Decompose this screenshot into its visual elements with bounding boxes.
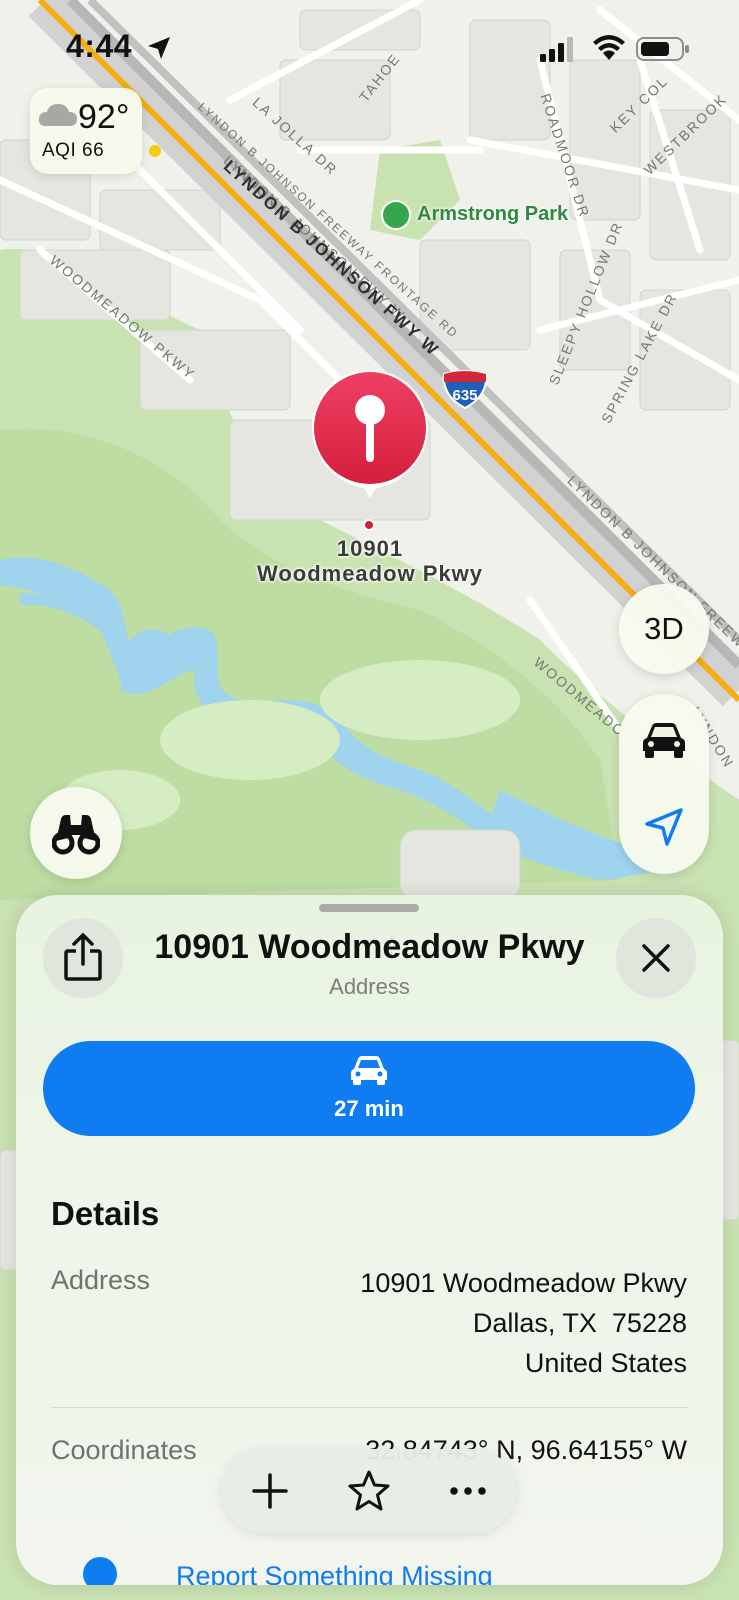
sheet-grabber[interactable]	[319, 904, 419, 912]
car-icon	[351, 1056, 387, 1085]
wifi-icon	[593, 35, 625, 60]
address-label: Address	[51, 1265, 151, 1295]
toggle-3d-button[interactable]: 3D	[619, 584, 709, 674]
location-pin-icon[interactable]	[306, 366, 434, 506]
temperature: 92°	[78, 98, 130, 136]
pin-point	[363, 519, 375, 531]
address-line: United States	[524, 1348, 687, 1378]
car-icon[interactable]	[641, 716, 687, 762]
aqi-indicator	[149, 145, 161, 157]
more-icon[interactable]	[446, 1469, 490, 1513]
address-value[interactable]: 10901 Woodmeadow Pkwy Dallas, TX 75228 U…	[360, 1263, 687, 1383]
map-controls	[619, 694, 709, 874]
report-missing-link[interactable]: Report Something Missing	[176, 1561, 493, 1585]
look-around-button[interactable]	[30, 787, 122, 879]
toggle-3d-label: 3D	[644, 611, 684, 646]
address-line: 10901 Woodmeadow Pkwy	[360, 1268, 687, 1298]
interstate-shield-icon: 635	[442, 370, 488, 410]
details-heading: Details	[51, 1195, 160, 1232]
status-bar: 4:44	[0, 0, 739, 100]
park-tree-icon[interactable]	[381, 200, 411, 230]
park-label[interactable]: Armstrong Park	[417, 203, 568, 226]
favorite-star-icon[interactable]	[347, 1469, 391, 1513]
status-time: 4:44	[66, 28, 133, 64]
current-location-arrow-icon[interactable]	[643, 806, 685, 848]
pin-label-line2: Woodmeadow Pkwy	[256, 561, 484, 586]
cellular-signal-icon	[540, 37, 573, 62]
cloud-icon	[38, 104, 77, 126]
place-subtitle: Address	[329, 974, 410, 999]
aqi-value: AQI 66	[42, 140, 105, 161]
add-icon[interactable]	[248, 1469, 292, 1513]
close-icon	[642, 944, 670, 972]
weather-widget[interactable]: 92° AQI 66	[30, 88, 161, 174]
battery-icon	[636, 37, 689, 61]
divider	[51, 1407, 688, 1408]
close-button[interactable]	[616, 918, 696, 998]
action-bar	[222, 1449, 516, 1533]
location-arrow-icon	[148, 37, 170, 59]
drive-time: 27 min	[334, 1096, 404, 1121]
address-line: Dallas, TX 75228	[472, 1308, 687, 1338]
pin-label[interactable]: 10901 Woodmeadow Pkwy	[230, 536, 510, 586]
binoculars-icon	[52, 815, 100, 855]
coordinates-label: Coordinates	[51, 1435, 197, 1465]
pin-label-line1: 10901	[336, 536, 404, 561]
report-icon	[83, 1557, 117, 1585]
directions-button[interactable]: 27 min	[43, 1041, 695, 1136]
svg-text:635: 635	[452, 387, 477, 404]
